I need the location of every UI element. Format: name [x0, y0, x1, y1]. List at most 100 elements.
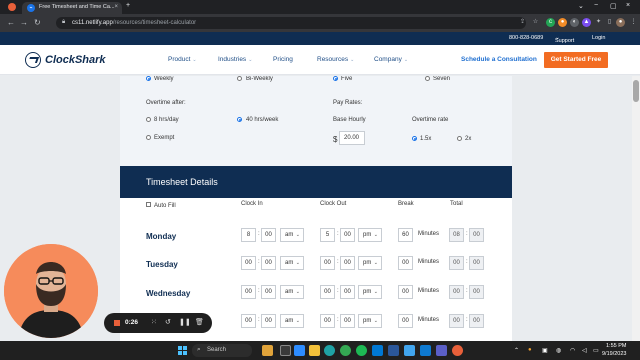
pay-period-biweekly-radio[interactable]	[237, 76, 242, 81]
clock-in-hour-input[interactable]: 00	[241, 285, 256, 299]
tray-app-icon[interactable]: ◍	[556, 347, 561, 354]
clock-out-ampm-select[interactable]: pm ⌄	[358, 228, 382, 242]
page-scrollbar-track[interactable]	[632, 76, 640, 341]
page-scrollbar-thumb[interactable]	[633, 80, 639, 102]
stop-recording-button[interactable]	[114, 320, 120, 326]
clock-in-ampm-select[interactable]: am ⌄	[280, 285, 304, 299]
forward-icon[interactable]: →	[20, 18, 28, 27]
close-tab-icon[interactable]: ×	[114, 4, 118, 10]
extension-green-icon[interactable]: c	[546, 18, 555, 27]
clock-in-minute-input[interactable]: 00	[261, 228, 276, 242]
task-view-icon[interactable]	[280, 345, 291, 356]
pause-icon[interactable]: ❚❚	[179, 318, 191, 326]
profile-avatar[interactable]: ●	[616, 18, 625, 27]
workdays-seven-radio[interactable]	[425, 76, 430, 81]
back-icon[interactable]: ←	[7, 18, 15, 27]
login-link[interactable]: Login	[592, 35, 605, 41]
clock-in-minute-input[interactable]: 00	[261, 256, 276, 270]
clock-out-ampm-select[interactable]: pm ⌄	[358, 256, 382, 270]
zoom-app-icon[interactable]	[294, 345, 305, 356]
browser-menu-icon[interactable]: ⋮	[629, 18, 638, 27]
schedule-consultation-link[interactable]: Schedule a Consultation	[461, 56, 537, 63]
taskbar-clock[interactable]: 1:55 PM 9/19/2023	[602, 343, 626, 358]
tray-app-icon[interactable]: ▣	[542, 347, 548, 354]
clock-out-hour-input[interactable]: 00	[320, 285, 335, 299]
overtime-rate-2x-radio[interactable]	[457, 136, 462, 141]
chrome-app-icon[interactable]	[340, 345, 351, 356]
nav-industries[interactable]: Industries ⌄	[218, 56, 252, 63]
get-started-button[interactable]: Get Started Free	[544, 52, 608, 68]
chevron-down-icon[interactable]: ⌄	[578, 2, 584, 10]
tray-chevron-icon[interactable]: ⌃	[514, 347, 519, 354]
bookmark-star-icon[interactable]: ☆	[531, 18, 540, 27]
break-minutes-input[interactable]: 00	[398, 285, 413, 299]
nav-pricing[interactable]: Pricing	[273, 56, 293, 63]
close-window-button[interactable]: ×	[626, 2, 630, 9]
share-icon[interactable]: ⇪	[518, 18, 527, 27]
overtime-8hrs-day-radio[interactable]	[146, 117, 151, 122]
pay-period-weekly-radio[interactable]	[146, 76, 151, 81]
extensions-puzzle-icon[interactable]: ✦	[594, 18, 603, 27]
nav-resources[interactable]: Resources ⌄	[317, 56, 354, 63]
phone-number[interactable]: 800-828-0689	[509, 35, 543, 41]
battery-icon[interactable]: ▭	[593, 347, 599, 354]
break-minutes-input[interactable]: 00	[398, 314, 413, 328]
clock-out-hour-input[interactable]: 5	[320, 228, 335, 242]
volume-icon[interactable]: ◁	[582, 347, 587, 354]
overtime-40hrs-week-radio[interactable]	[237, 117, 242, 122]
restart-icon[interactable]: ↺	[165, 318, 171, 326]
clock-out-minute-input[interactable]: 00	[340, 314, 355, 328]
delete-icon[interactable]: 🗑︎	[195, 318, 204, 326]
extension-purple-icon[interactable]: ▲	[582, 18, 591, 27]
clock-out-minute-input[interactable]: 00	[340, 285, 355, 299]
wifi-icon[interactable]: ◠	[570, 347, 575, 354]
overtime-exempt-radio[interactable]	[146, 135, 151, 140]
workdays-five-radio[interactable]	[333, 76, 338, 81]
reload-icon[interactable]: ↻	[34, 18, 41, 27]
minimize-button[interactable]: −	[594, 2, 598, 9]
taskbar-search[interactable]: ⌕ Search	[192, 344, 252, 357]
break-minutes-input[interactable]: 00	[398, 256, 413, 270]
word-app-icon[interactable]	[388, 345, 399, 356]
windows-start-icon[interactable]	[178, 346, 187, 355]
weather-icon[interactable]: ●	[528, 347, 532, 353]
recorder-app-icon[interactable]	[452, 345, 463, 356]
overtime-rate-1-5x-radio[interactable]	[412, 136, 417, 141]
auto-fill-checkbox[interactable]	[146, 202, 151, 207]
clock-out-hour-input[interactable]: 00	[320, 256, 335, 270]
extension-orange-icon[interactable]: ●	[558, 18, 567, 27]
support-link[interactable]: Support ⌄	[555, 35, 574, 44]
webcam-overlay[interactable]	[4, 244, 98, 338]
clock-out-ampm-select[interactable]: pm ⌄	[358, 285, 382, 299]
nav-company[interactable]: Company ⌄	[374, 56, 408, 63]
clock-in-hour-input[interactable]: 00	[241, 314, 256, 328]
clock-in-minute-input[interactable]: 00	[261, 285, 276, 299]
vscode-app-icon[interactable]	[420, 345, 431, 356]
photos-app-icon[interactable]	[404, 345, 415, 356]
break-minutes-input[interactable]: 60	[398, 228, 413, 242]
clock-in-hour-input[interactable]: 00	[241, 256, 256, 270]
drag-handle-icon[interactable]: ⁙	[151, 318, 157, 326]
store-app-icon[interactable]	[372, 345, 383, 356]
browser-tab-active[interactable]: ⌁ Free Timesheet and Time Ca... ×	[22, 2, 122, 14]
base-hourly-input[interactable]: 20.00	[339, 131, 365, 145]
address-bar[interactable]: 🔒︎ cs11.netlify.app/resources/timesheet-…	[56, 17, 526, 29]
clock-in-hour-input[interactable]: 8	[241, 228, 256, 242]
clock-out-minute-input[interactable]: 00	[340, 228, 355, 242]
teams-app-icon[interactable]	[436, 345, 447, 356]
clock-out-hour-input[interactable]: 00	[320, 314, 335, 328]
clock-in-ampm-select[interactable]: am ⌄	[280, 314, 304, 328]
edge-app-icon[interactable]	[324, 345, 335, 356]
clock-in-ampm-select[interactable]: am ⌄	[280, 256, 304, 270]
file-explorer-icon[interactable]	[309, 345, 320, 356]
clock-in-minute-input[interactable]: 00	[261, 314, 276, 328]
maximize-button[interactable]: ▢	[610, 2, 617, 10]
widgets-app-icon[interactable]	[262, 345, 273, 356]
clock-out-ampm-select[interactable]: pm ⌄	[358, 314, 382, 328]
extension-dark-icon[interactable]: ◐	[570, 18, 579, 27]
new-tab-button[interactable]: +	[126, 2, 130, 9]
sidepanel-icon[interactable]: ▯	[605, 18, 614, 27]
spotify-app-icon[interactable]	[356, 345, 367, 356]
clock-in-ampm-select[interactable]: am ⌄	[280, 228, 304, 242]
nav-product[interactable]: Product ⌄	[168, 56, 197, 63]
